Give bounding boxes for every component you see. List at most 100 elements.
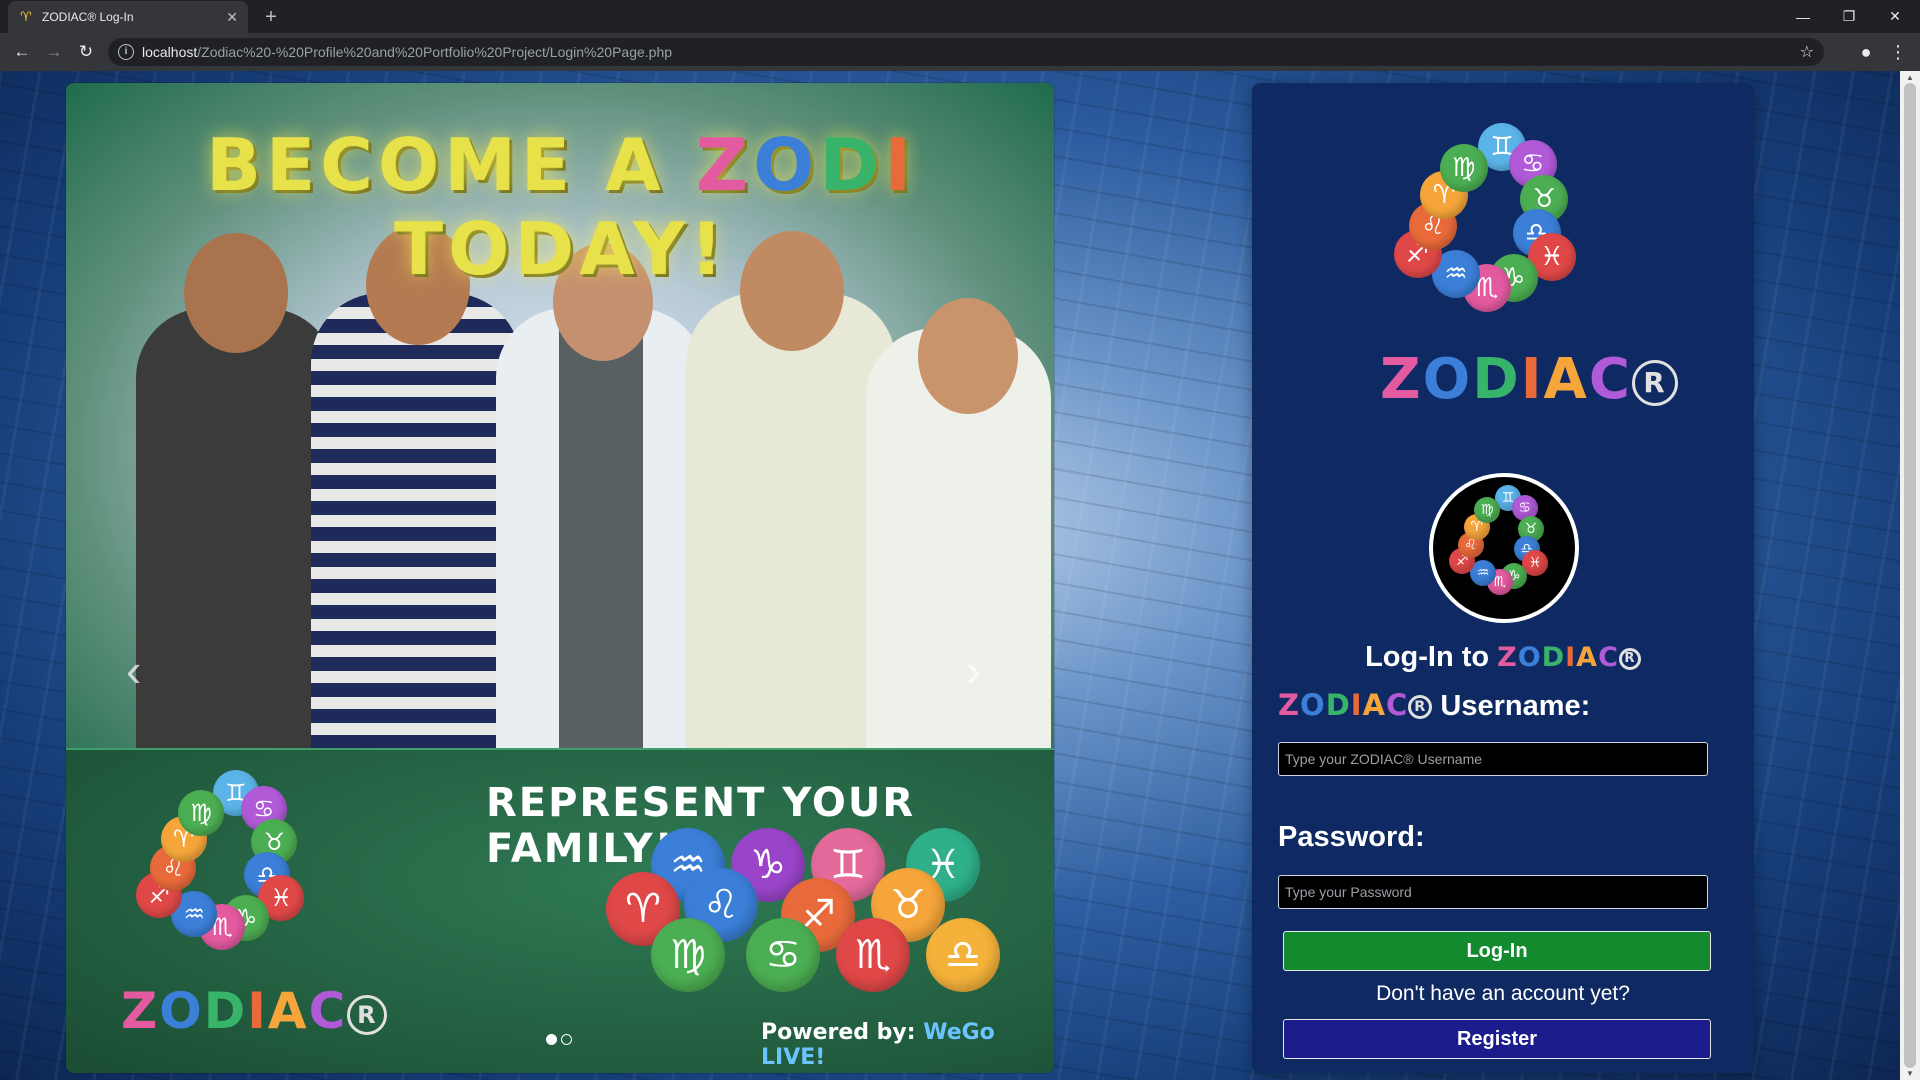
wordmark-letter: A bbox=[1543, 347, 1589, 412]
wordmark-letter: C bbox=[1598, 642, 1619, 673]
zodiac-favicon-icon: ♈ bbox=[20, 9, 32, 24]
zodiac-wordmark: ZODIAC R bbox=[1380, 347, 1678, 412]
person-silhouette bbox=[136, 308, 336, 748]
wordmark-letter: O bbox=[1422, 347, 1473, 412]
zodiac-sign-icon: ♍ bbox=[178, 789, 225, 836]
browser-tab-strip: ♈ ZODIAC® Log-In ✕ + — ❐ ✕ bbox=[0, 0, 1920, 33]
promo-carousel: BECOME A ZODI TODAY! ‹ › ♊ ♋ ♉ ♎ ♓ ♑ ♏ ♒ ♐ ♌ ♈ ♍ ZO… bbox=[66, 83, 1054, 1073]
zodiac-sign-icon: ♏ bbox=[836, 918, 910, 992]
page-scrollbar[interactable]: ▲ ▼ bbox=[1900, 71, 1920, 1080]
login-button[interactable]: Log-In bbox=[1283, 931, 1711, 971]
wordmark-letter: D bbox=[1325, 688, 1351, 722]
url-path: /Zodiac%20-%20Profile%20and%20Portfolio%… bbox=[197, 44, 673, 60]
promo-lower-section: ♊ ♋ ♉ ♎ ♓ ♑ ♏ ♒ ♐ ♌ ♈ ♍ ZODIAC R REPRESENT YOUR FAMI… bbox=[66, 748, 1054, 1073]
tab-title: ZODIAC® Log-In bbox=[42, 10, 134, 24]
wordmark-letter: C bbox=[308, 982, 348, 1040]
zodiac-sign-icon: ♍ bbox=[651, 918, 725, 992]
powered-by: Powered by: WeGo LIVE! bbox=[761, 1020, 1054, 1070]
wordmark-letter: D bbox=[203, 982, 248, 1040]
minimize-icon[interactable]: — bbox=[1780, 0, 1826, 33]
login-heading-prefix: Log-In to bbox=[1365, 641, 1498, 673]
banner-suffix: TODAY! bbox=[394, 207, 728, 291]
wordmark-letter: C bbox=[1588, 347, 1632, 412]
back-arrow-icon[interactable]: ← bbox=[8, 38, 36, 66]
register-button[interactable]: Register bbox=[1283, 1019, 1711, 1059]
registered-mark-icon: R bbox=[347, 994, 388, 1035]
powered-prefix: Powered by: bbox=[761, 1020, 924, 1045]
carousel-prev-icon[interactable]: ‹ bbox=[126, 643, 141, 697]
zodiac-ring-logo: ♊ ♋ ♉ ♎ ♓ ♑ ♏ ♒ ♐ ♌ ♈ ♍ bbox=[1382, 123, 1622, 343]
person-silhouette bbox=[496, 308, 706, 748]
banner-zodi-letter: Z bbox=[695, 123, 754, 207]
person-silhouette bbox=[686, 293, 896, 748]
banner-zodi-letter: D bbox=[819, 123, 885, 207]
scroll-down-icon[interactable]: ▼ bbox=[1906, 1069, 1914, 1078]
registered-mark-icon: R bbox=[1618, 647, 1641, 670]
browser-tab[interactable]: ♈ ZODIAC® Log-In ✕ bbox=[8, 1, 248, 33]
profile-avatar: ♊ ♋ ♉ ♎ ♓ ♑ ♏ ♒ ♐ ♌ ♈ ♍ bbox=[1429, 473, 1579, 623]
password-label: Password: bbox=[1278, 821, 1425, 853]
wordmark-letter: Z bbox=[1380, 347, 1423, 412]
carousel-next-icon[interactable]: › bbox=[966, 643, 981, 697]
wordmark-letter: D bbox=[1472, 347, 1521, 412]
person-head bbox=[918, 298, 1018, 414]
zodiac-wordmark: ZODIAC R bbox=[121, 982, 388, 1040]
registered-mark-icon: R bbox=[1632, 359, 1678, 406]
login-panel: ♊ ♋ ♉ ♎ ♓ ♑ ♏ ♒ ♐ ♌ ♈ ♍ ZODIAC R ♊ ♋ ♉ ♎ ♓ ♑ ♏ ♒ ♐ ♌ ♈ ♍ Log-In… bbox=[1252, 83, 1754, 1073]
zodiac-wordmark-inline: ZODIAC R bbox=[1278, 688, 1433, 722]
url-host: localhost bbox=[142, 44, 198, 60]
bookmark-star-icon[interactable]: ☆ bbox=[1800, 42, 1814, 62]
banner-zodi: ZODI bbox=[696, 123, 916, 207]
no-account-text: Don't have an account yet? bbox=[1376, 982, 1630, 1005]
registered-mark-icon: R bbox=[1408, 695, 1433, 719]
zodiac-sign-icon: ♎ bbox=[926, 918, 1000, 992]
carousel-dot-1[interactable] bbox=[546, 1034, 557, 1045]
restore-icon[interactable]: ❐ bbox=[1826, 0, 1872, 33]
close-tab-icon[interactable]: ✕ bbox=[226, 9, 238, 26]
person-silhouette bbox=[311, 293, 521, 748]
wordmark-letter: A bbox=[1362, 688, 1387, 722]
wordmark-letter: I bbox=[1350, 688, 1363, 722]
new-tab-icon[interactable]: + bbox=[258, 4, 284, 30]
close-window-icon[interactable]: ✕ bbox=[1872, 0, 1918, 33]
wordmark-letter: I bbox=[1565, 642, 1577, 673]
banner-zodi-letter: I bbox=[884, 123, 916, 207]
zodiac-sign-icon: ♋ bbox=[746, 918, 820, 992]
browser-toolbar: ← → ↻ i localhost/Zodiac%20-%20Profile%2… bbox=[0, 33, 1920, 71]
wordmark-letter: Z bbox=[121, 982, 160, 1040]
wordmark-letter: D bbox=[1541, 642, 1566, 673]
profile-icon[interactable]: ● bbox=[1852, 38, 1880, 66]
zodiac-wordmark-inline: ZODIAC R bbox=[1497, 642, 1641, 673]
scroll-up-icon[interactable]: ▲ bbox=[1906, 73, 1914, 82]
wordmark-letter: A bbox=[267, 982, 309, 1040]
zodiac-sign-icon: ♍ bbox=[1439, 143, 1488, 192]
banner-zodi-letter: O bbox=[753, 123, 820, 207]
address-bar[interactable]: i localhost/Zodiac%20-%20Profile%20and%2… bbox=[108, 38, 1824, 66]
wordmark-letter: Z bbox=[1497, 642, 1518, 673]
reload-icon[interactable]: ↻ bbox=[72, 38, 100, 66]
wordmark-letter: O bbox=[1300, 688, 1326, 722]
banner-title: BECOME A ZODI TODAY! bbox=[96, 123, 1026, 291]
menu-kebab-icon[interactable]: ⋮ bbox=[1884, 38, 1912, 66]
wordmark-letter: A bbox=[1576, 642, 1599, 673]
wordmark-letter: Z bbox=[1278, 688, 1301, 722]
carousel-dot-2[interactable] bbox=[561, 1034, 572, 1045]
banner-prefix: BECOME A bbox=[206, 123, 696, 207]
username-input[interactable] bbox=[1278, 742, 1708, 776]
carousel-indicators bbox=[546, 1034, 572, 1045]
username-label-text: Username: bbox=[1440, 690, 1591, 722]
wordmark-letter: C bbox=[1386, 688, 1409, 722]
username-label: ZODIAC R Username: bbox=[1278, 688, 1590, 723]
zodiac-ring-logo: ♊ ♋ ♉ ♎ ♓ ♑ ♏ ♒ ♐ ♌ ♈ ♍ bbox=[1443, 485, 1573, 613]
login-heading: Log-In to ZODIAC R bbox=[1252, 641, 1754, 674]
zodiac-ring-logo: ♊ ♋ ♉ ♎ ♓ ♑ ♏ ♒ ♐ ♌ ♈ ♍ bbox=[126, 770, 346, 980]
zodiac-sign-icon: ♍ bbox=[1474, 497, 1501, 524]
forward-arrow-icon[interactable]: → bbox=[40, 38, 68, 66]
wordmark-letter: O bbox=[1517, 642, 1542, 673]
wordmark-letter: I bbox=[1520, 347, 1544, 412]
wordmark-letter: I bbox=[247, 982, 268, 1040]
password-input[interactable] bbox=[1278, 875, 1708, 909]
scrollbar-thumb[interactable] bbox=[1904, 83, 1916, 1068]
group-photo-slide: BECOME A ZODI TODAY! ‹ › bbox=[66, 83, 1054, 748]
site-info-icon[interactable]: i bbox=[118, 44, 134, 60]
